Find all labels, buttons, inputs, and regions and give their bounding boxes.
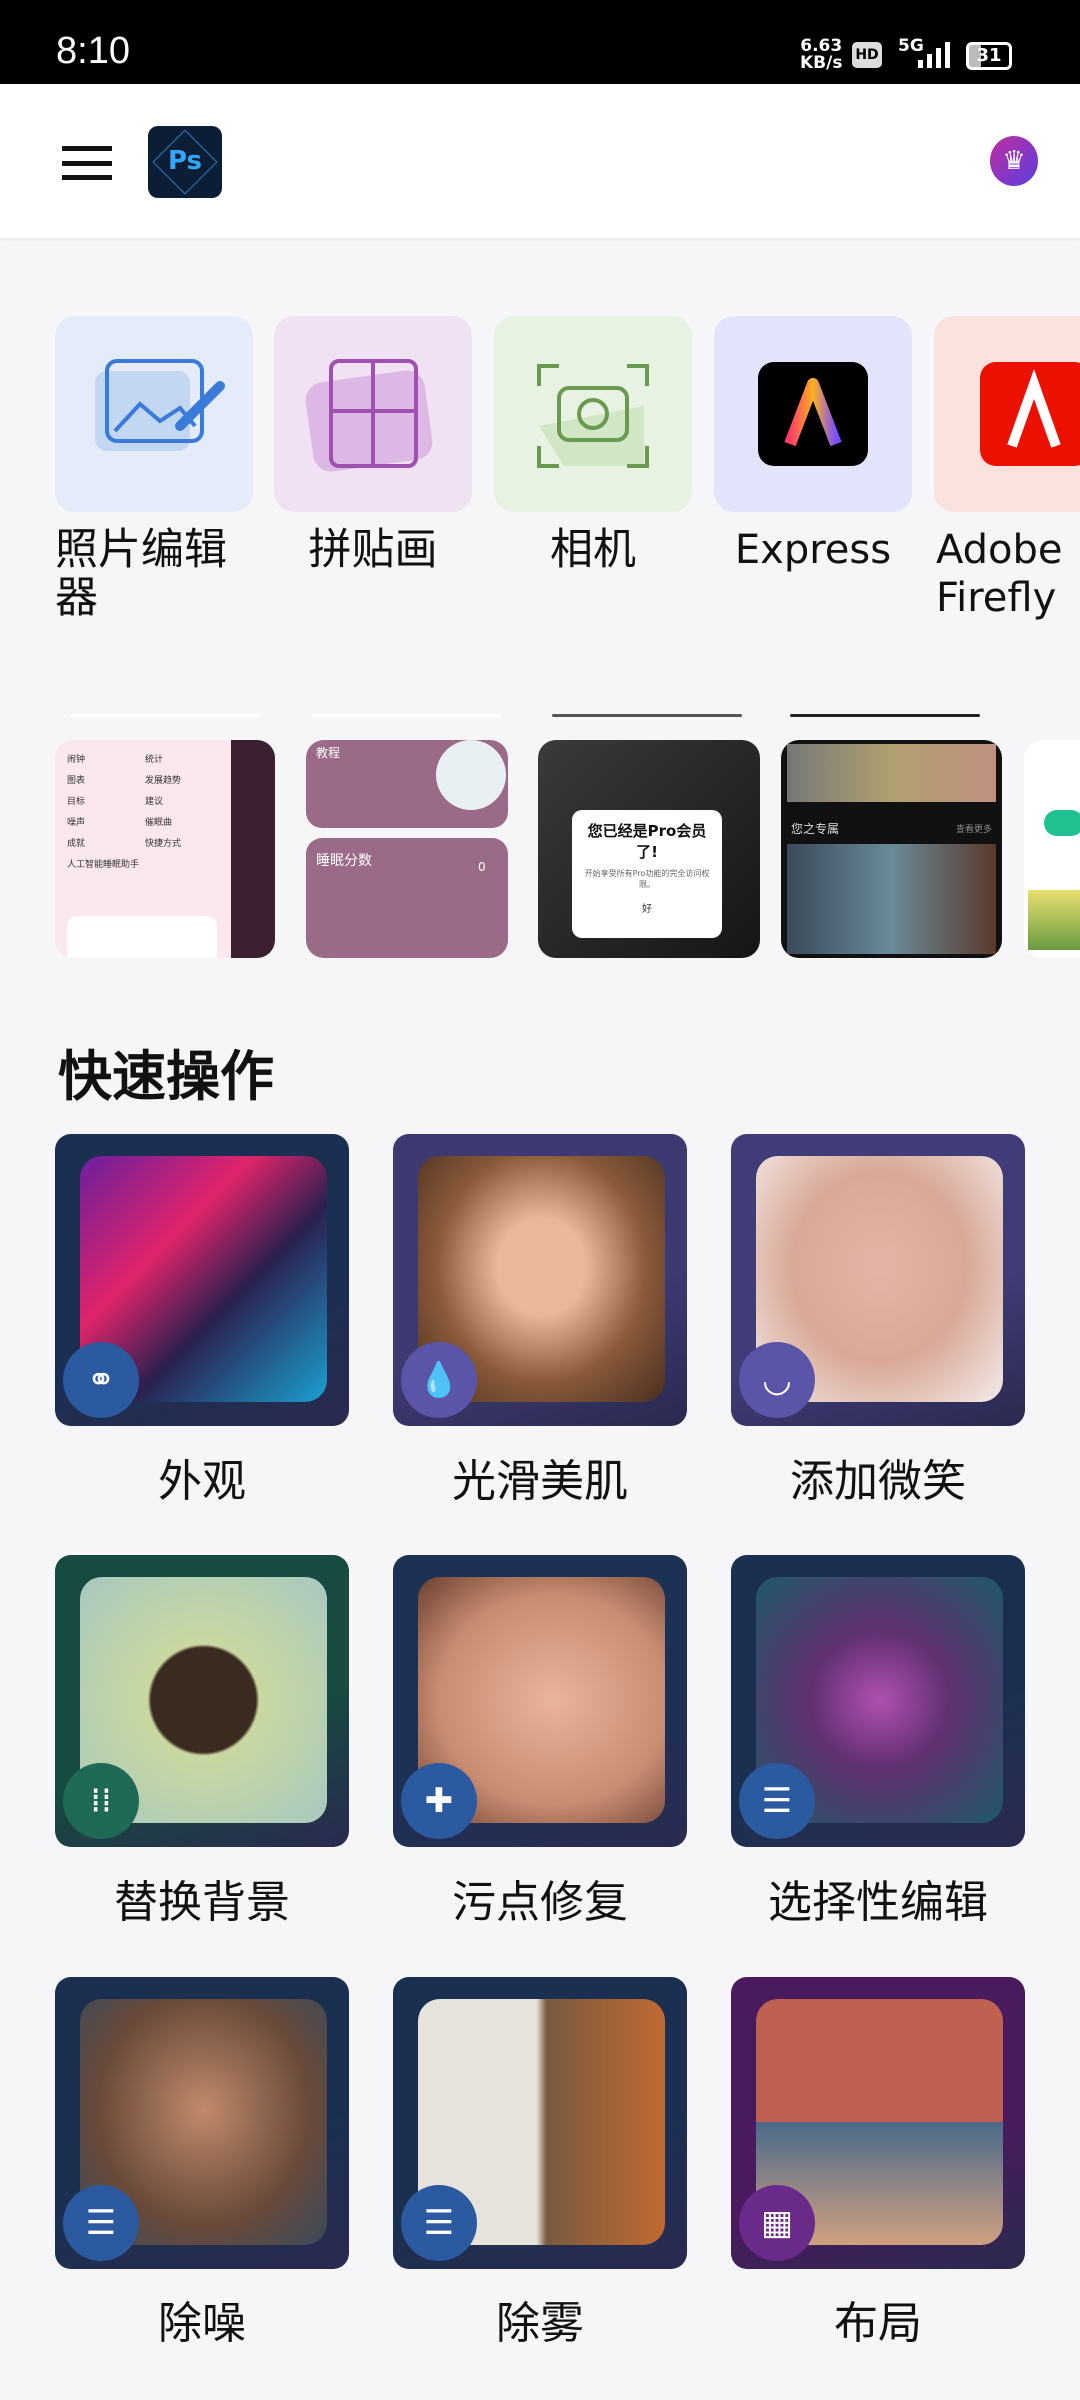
app-header: Ps ♛ <box>0 84 1080 238</box>
app-photo-editor[interactable] <box>55 316 253 512</box>
app-label: Adobe Firefly <box>936 527 1063 621</box>
recent-thumbnail[interactable]: 教程 睡眠分数 0 <box>306 740 508 958</box>
quick-action-label: 除雾 <box>496 2298 584 2349</box>
recent-thumbnail[interactable]: 闹钟 统计 图表 发展趋势 目标 建议 噪声 催眠曲 成就 快捷方式 人工智能睡眠助手 <box>55 740 275 958</box>
hamburger-icon[interactable] <box>62 146 112 180</box>
recent-thumbnail[interactable]: 您已经是Pro会员了! 开始享受所有Pro功能的完全访问权限。 好 <box>538 740 760 958</box>
app-camera[interactable] <box>494 316 692 512</box>
recent-thumbnail[interactable] <box>1024 740 1080 958</box>
smile-icon: ◡ <box>739 1342 815 1418</box>
quick-action-label: 除噪 <box>158 2298 246 2349</box>
app-firefly[interactable] <box>934 316 1080 512</box>
app-collage[interactable] <box>274 316 472 512</box>
quick-action-label: 污点修复 <box>452 1877 628 1928</box>
quick-action-card[interactable]: 💧 <box>393 1134 687 1426</box>
quick-action-card[interactable]: ▦ <box>731 1977 1025 2269</box>
droplet-icon: 💧 <box>401 1342 477 1418</box>
quick-action-card[interactable]: ⁞⁞ <box>55 1555 349 1847</box>
adobe-express-icon <box>758 362 868 466</box>
camera-icon <box>537 364 649 468</box>
bandage-icon: ✚ <box>401 1763 477 1839</box>
app-express[interactable] <box>714 316 912 512</box>
adobe-firefly-icon <box>980 362 1080 466</box>
quick-action-label: 布局 <box>834 2298 922 2349</box>
photoshop-logo: Ps <box>148 126 222 198</box>
quick-action-label: 光滑美肌 <box>452 1456 628 1507</box>
layout-grid-icon: ▦ <box>739 2185 815 2261</box>
section-title: 快速操作 <box>58 1045 274 1108</box>
quick-action-card[interactable]: ☰ <box>731 1555 1025 1847</box>
network-speed: 6.63 KB/s <box>800 36 843 73</box>
menu-list: 闹钟 统计 图表 发展趋势 目标 建议 噪声 催眠曲 成就 快捷方式 人工智能睡眠助手 <box>67 755 182 870</box>
quick-action-card[interactable]: ☰ <box>393 1977 687 2269</box>
quick-action-label: 替换背景 <box>114 1877 290 1928</box>
quick-action-label: 添加微笑 <box>790 1456 966 1507</box>
crown-icon[interactable]: ♛ <box>990 136 1038 186</box>
signal-icon <box>918 40 950 68</box>
status-bar: 8:10 6.63 KB/s HD 5G 31 <box>0 0 1080 84</box>
app-label: 照片编辑器 <box>55 525 227 623</box>
sliders-icon: ☰ <box>739 1763 815 1839</box>
clock: 8:10 <box>56 30 130 72</box>
quick-action-card[interactable]: ☰ <box>55 1977 349 2269</box>
app-label: Express <box>734 527 892 573</box>
sliders-icon: ☰ <box>401 2185 477 2261</box>
pro-dialog: 您已经是Pro会员了! 开始享受所有Pro功能的完全访问权限。 好 <box>572 810 722 938</box>
hd-badge: HD <box>852 42 882 68</box>
recent-thumbnail[interactable]: 您之专属 查看更多 <box>781 740 1002 958</box>
quick-action-label: 选择性编辑 <box>768 1877 988 1928</box>
quick-action-card[interactable]: ⚭ <box>55 1134 349 1426</box>
sliders-icon: ☰ <box>63 2185 139 2261</box>
collage-icon <box>305 359 433 472</box>
dots-pattern-icon: ⁞⁞ <box>63 1763 139 1839</box>
venn-circles-icon: ⚭ <box>63 1342 139 1418</box>
battery-icon: 31 <box>966 42 1012 70</box>
quick-action-card[interactable]: ◡ <box>731 1134 1025 1426</box>
app-label: 拼贴画 <box>308 525 438 575</box>
quick-action-label: 外观 <box>158 1456 246 1507</box>
photo-edit-icon <box>95 359 225 451</box>
quick-action-card[interactable]: ✚ <box>393 1555 687 1847</box>
app-label: 相机 <box>550 525 636 575</box>
